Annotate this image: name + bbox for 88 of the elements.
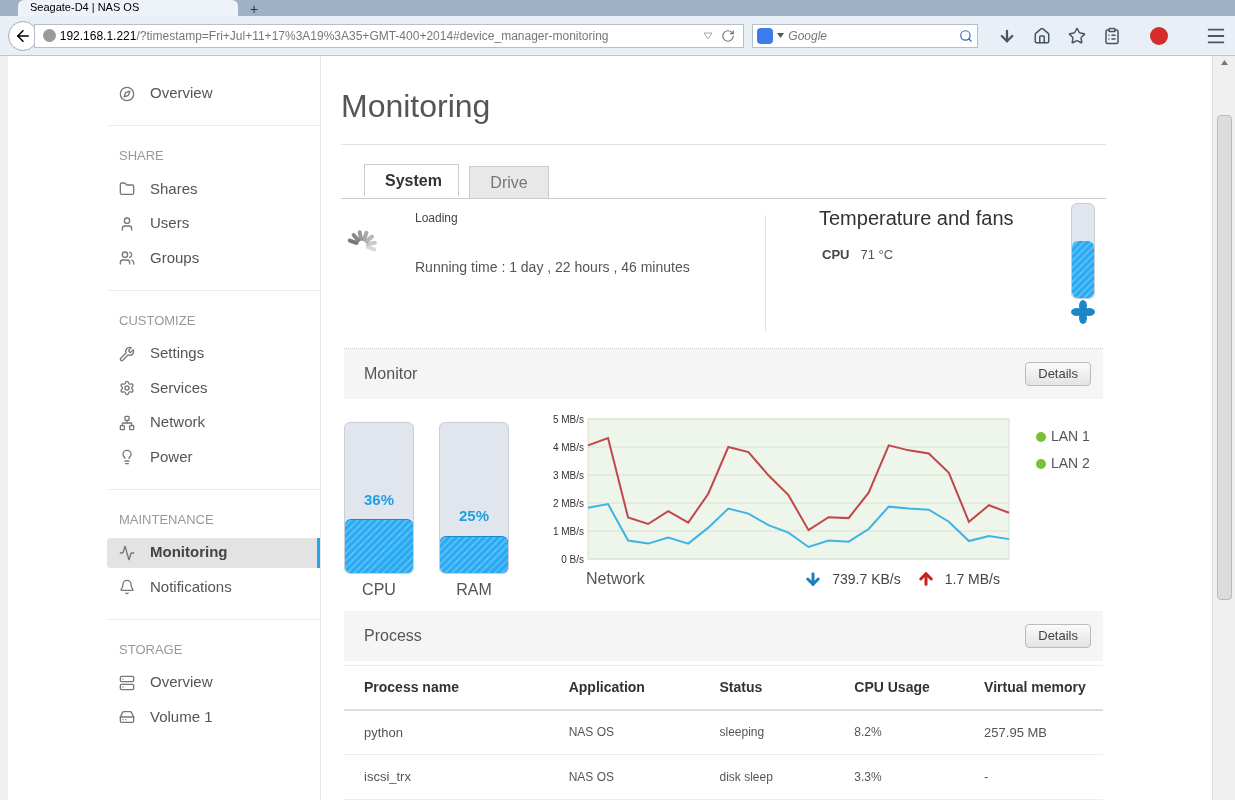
menu-item-icon [119,85,135,102]
search-input[interactable]: Google [788,26,955,45]
sidebar-item[interactable]: Overview [107,78,320,109]
details-button[interactable]: Details [1025,624,1091,648]
menu-item-icon [119,215,135,232]
address-bar[interactable]: 192.168.1.221/?timestamp=Fri+Jul+11+17%3A19%3A35+GMT-400+2014#device_manager-monitoring [33,23,745,48]
menu-item-icon [119,579,135,595]
bookmark-star-icon[interactable] [1068,26,1086,45]
axis-tick-label: 4 MB/s [552,442,584,453]
axis-tick-label: 5 MB/s [552,414,584,425]
sidebar-item[interactable]: Groups [107,243,320,273]
menu-item-icon [119,181,135,197]
download-rate: 739.7 KB/s [832,569,901,589]
table-cell: iscsi_trx [344,754,569,800]
legend-label: LAN 2 [1051,454,1090,473]
column-header: Status [719,665,855,710]
table-cell: NAS OS [568,709,720,755]
tab[interactable]: System [364,164,459,196]
table-cell: disk sleep [719,754,855,800]
table-cell: - [984,754,1103,800]
section-heading: STORAGE [118,640,184,659]
column-header: Application [568,665,720,710]
section-title: Monitor [364,364,418,384]
menu-item-icon [119,250,135,266]
sidebar-item[interactable]: Services [107,373,320,403]
tab-title: Seagate-D4 | NAS OS [30,0,140,14]
url-host: 192.168.1.221 [59,27,137,45]
new-tab-button[interactable]: + [242,2,267,16]
scroll-up-icon[interactable] [1220,60,1228,65]
url-path: /?timestamp=Fri+Jul+11+17%3A19%3A35+GMT-400+2014#device_manager-monitoring [136,27,609,45]
sidebar-item[interactable]: Settings [107,338,320,369]
caret-icon[interactable] [777,33,785,38]
search-icon[interactable] [959,28,973,43]
sidebar-item[interactable]: Volume 1 [107,702,320,732]
gauge-value: 25% [458,506,490,526]
axis-tick-label: 2 MB/s [552,498,584,509]
section-title: Process [364,626,422,646]
section-heading: SHARE [118,147,165,165]
page-title: Monitoring [341,82,1106,145]
sidebar-item[interactable]: Notifications [107,572,320,602]
table-cell: sleeping [719,709,855,755]
running-time: Running time : 1 day , 22 hours , 46 minutes [415,258,690,277]
upload-rate: 1.7 MB/s [944,569,1000,589]
sidebar-item[interactable]: Network [107,407,320,438]
gauge-label: RAM [456,580,492,600]
chart-title: Network [586,569,645,589]
table-cell: 3.3% [854,754,985,800]
table-cell: 8.2% [854,709,985,755]
clipboard-icon[interactable] [1103,26,1121,45]
sidebar-item[interactable]: Shares [107,174,320,204]
gauge-label: CPU [362,580,396,600]
table-cell: NAS OS [568,754,720,800]
menu-item-icon [119,674,135,691]
browser-tab[interactable]: Seagate-D4 | NAS OS [18,0,238,16]
download-arrow-icon [804,570,823,588]
search-field[interactable]: Google [752,23,978,48]
menu-item-icon [119,414,135,431]
sidebar-item[interactable]: Users [107,208,320,239]
table-cell: 257.95 MB [984,709,1103,755]
section-heading: MAINTENANCE [118,510,215,529]
sidebar-item[interactable]: Power [107,442,320,472]
column-header: Process name [344,665,569,710]
sidebar-item[interactable]: Monitoring [107,537,320,568]
temperature-value: 71 °C [860,246,894,264]
axis-tick-label: 3 MB/s [552,470,584,481]
menu-item-icon [119,544,135,561]
sidebar-item[interactable]: Overview [107,667,320,698]
gauge-value: 36% [363,489,395,510]
menu-item-icon [119,709,135,725]
sensor-label: CPU [822,246,850,264]
menu-item-icon [119,345,135,362]
reload-icon[interactable] [721,28,736,43]
details-button[interactable]: Details [1025,362,1091,386]
legend-label: LAN 1 [1051,427,1090,446]
axis-tick-label: 0 B/s [561,554,584,565]
status-text: Loading [415,210,459,227]
scrollbar-thumb[interactable] [1216,115,1232,600]
column-header: CPU Usage [854,665,985,710]
menu-item-icon [119,380,135,396]
section-heading: CUSTOMIZE [118,311,197,330]
axis-tick-label: 1 MB/s [552,526,584,537]
table-cell: python [344,709,569,755]
fan-icon [1071,300,1095,324]
menu-item-icon [119,449,135,465]
home-icon[interactable] [1033,26,1051,45]
temperature-title: Temperature and fans [819,206,1015,231]
column-header: Virtual memory [984,665,1103,710]
tab[interactable]: Drive [469,166,549,198]
